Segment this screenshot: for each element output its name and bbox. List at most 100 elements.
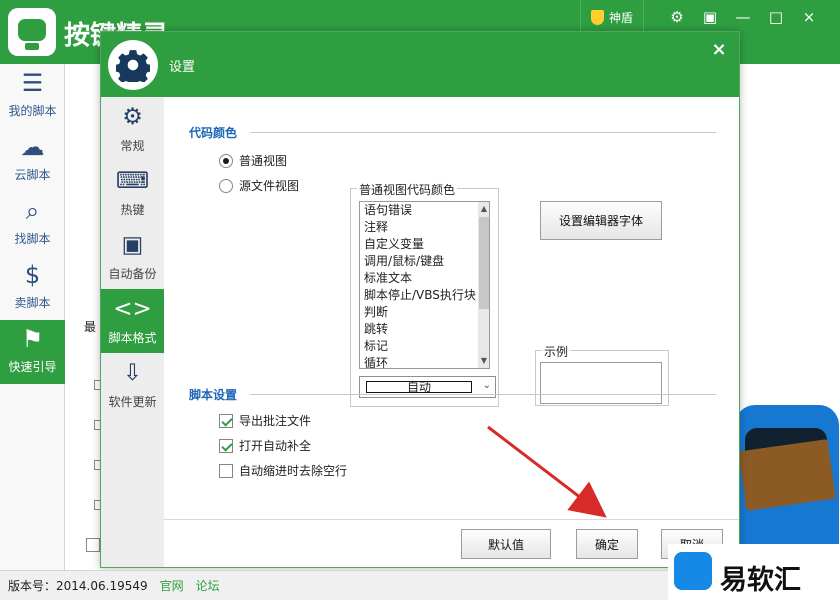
scroll-up-icon[interactable]: ▲ <box>479 203 489 215</box>
section-divider <box>250 132 716 133</box>
radio-label: 普通视图 <box>239 154 288 168</box>
checkbox-label: 打开自动补全 <box>239 439 312 453</box>
sidebar-label: 卖脚本 <box>14 296 51 310</box>
list-item[interactable]: 跳转 <box>360 321 489 338</box>
minimize-button[interactable]: — <box>727 0 759 34</box>
tab-script-format[interactable]: <> 脚本格式 <box>101 289 172 353</box>
dialog-header: 设置 × <box>101 32 739 97</box>
tab-auto-backup[interactable]: ▣ 自动备份 <box>101 225 164 289</box>
list-item[interactable]: 循环 <box>360 355 489 368</box>
scroll-thumb[interactable] <box>479 217 489 309</box>
sidebar-label: 云脚本 <box>14 168 51 182</box>
example-group: 示例 <box>535 343 669 406</box>
menu-button[interactable]: ▣ <box>694 0 726 34</box>
example-preview <box>540 362 662 404</box>
version-label: 版本号：2014.06.19549 <box>8 579 148 593</box>
sidebar-label: 我的脚本 <box>8 104 57 118</box>
dialog-title: 设置 <box>169 60 196 75</box>
application-window: 按键精灵 神盾 ⚙ ▣ — □ × ☰我的脚本 ☁云脚本 ⌕找脚本 $卖脚本 ⚑… <box>0 0 840 600</box>
app-logo <box>8 8 56 56</box>
color-group-label: 普通视图代码颜色 <box>357 181 458 198</box>
normal-view-color-group: 普通视图代码颜色 语句错误 注释 自定义变量 调用/鼠标/键盘 标准文本 脚本停… <box>350 181 499 407</box>
sidebar-item-cloud-scripts[interactable]: ☁ 云脚本 <box>0 128 65 192</box>
default-button[interactable]: 默认值 <box>461 529 551 559</box>
sidebar-item-find-scripts[interactable]: ⌕ 找脚本 <box>0 192 65 256</box>
mascot-book <box>738 439 836 511</box>
dollar-icon: $ <box>24 261 41 289</box>
list-item[interactable]: 注释 <box>360 219 489 236</box>
tab-label: 软件更新 <box>108 395 157 409</box>
background-checkbox[interactable] <box>86 538 100 552</box>
radio-unselected-icon <box>219 178 233 193</box>
export-comments-checkbox[interactable]: 导出批注文件 <box>219 412 311 429</box>
remove-empty-lines-checkbox[interactable]: 自动缩进时去除空行 <box>219 462 347 479</box>
checkbox-label: 自动缩进时去除空行 <box>239 464 348 478</box>
tab-hotkeys[interactable]: ⌨ 热键 <box>101 161 164 225</box>
gear-icon: ⚙ <box>670 8 684 26</box>
checkbox-checked-icon <box>219 413 233 428</box>
dialog-close-button[interactable]: × <box>707 39 731 63</box>
list-item[interactable]: 调用/鼠标/键盘 <box>360 253 489 270</box>
tab-software-update[interactable]: ⇩ 软件更新 <box>101 353 164 417</box>
watermark-text: 易软汇 <box>720 565 801 596</box>
tab-label: 自动备份 <box>108 267 157 281</box>
settings-gear-button[interactable]: ⚙ <box>661 0 693 34</box>
tab-label: 热键 <box>120 203 145 217</box>
list-item[interactable]: 语句错误 <box>360 202 489 219</box>
update-icon: ⇩ <box>122 360 143 386</box>
sidebar-label: 找脚本 <box>14 232 51 246</box>
auto-complete-checkbox[interactable]: 打开自动补全 <box>219 437 311 454</box>
dialog-tab-sidebar: ⚙ 常规 ⌨ 热键 ▣ 自动备份 <> 脚本格式 ⇩ 软件更新 <box>101 97 172 567</box>
settings-dialog: 设置 × ⚙ 常规 ⌨ 热键 ▣ 自动备份 <> 脚本格式 ⇩ 软件更新 代码颜色 普通视… <box>100 31 740 568</box>
settings-content: 代码颜色 普通视图 源文件视图 普通视图代码颜色 语句错误 注释 自定义变量 调… <box>164 97 739 567</box>
maximize-icon: □ <box>768 8 784 26</box>
color-select-value: 自动 <box>366 381 472 393</box>
list-item[interactable]: 自定义变量 <box>360 236 489 253</box>
normal-view-radio[interactable]: 普通视图 <box>219 152 287 169</box>
sidebar-item-my-scripts[interactable]: ☰ 我的脚本 <box>0 64 65 128</box>
section-divider <box>250 394 716 395</box>
set-editor-font-button[interactable]: 设置编辑器字体 <box>540 201 662 240</box>
maximize-button[interactable]: □ <box>760 0 792 34</box>
list-item[interactable]: 脚本停止/VBS执行块 <box>360 287 489 304</box>
sidebar-item-sell-scripts[interactable]: $ 卖脚本 <box>0 256 65 320</box>
source-view-radio[interactable]: 源文件视图 <box>219 177 299 194</box>
script-settings-title: 脚本设置 <box>189 388 238 402</box>
scroll-down-icon[interactable]: ▼ <box>479 355 489 367</box>
main-sidebar: ☰ 我的脚本 ☁ 云脚本 ⌕ 找脚本 $ 卖脚本 ⚑ 快速引导 <box>0 64 72 570</box>
list-item[interactable]: 标记 <box>360 338 489 355</box>
ok-button[interactable]: 确定 <box>576 529 638 559</box>
close-button[interactable]: × <box>793 0 825 34</box>
code-icon: <> <box>113 296 152 322</box>
forum-link[interactable]: 论坛 <box>196 577 220 594</box>
gear-icon: ⚙ <box>122 104 143 130</box>
checkbox-label: 导出批注文件 <box>239 414 312 428</box>
watermark-logo-icon <box>674 552 712 590</box>
list-item[interactable]: 判断 <box>360 304 489 321</box>
tab-general[interactable]: ⚙ 常规 <box>101 97 164 161</box>
tab-label: 常规 <box>120 139 145 153</box>
keyboard-icon: ⌨ <box>115 168 150 194</box>
sidebar-item-quick-guide[interactable]: ⚑ 快速引导 <box>0 320 72 384</box>
code-color-title: 代码颜色 <box>189 126 238 140</box>
code-color-list[interactable]: 语句错误 注释 自定义变量 调用/鼠标/键盘 标准文本 脚本停止/VBS执行块 … <box>359 201 490 369</box>
chevron-down-icon: ⌄ <box>482 380 491 391</box>
shield-tool-button[interactable]: 神盾 <box>580 0 645 34</box>
checkbox-checked-icon <box>219 438 233 453</box>
minimize-icon: — <box>735 8 751 26</box>
sidebar-label: 快速引导 <box>8 360 57 374</box>
example-label: 示例 <box>542 343 571 360</box>
official-site-link[interactable]: 官网 <box>160 577 184 594</box>
radio-selected-icon <box>219 153 233 168</box>
checkbox-unchecked-icon <box>219 463 233 478</box>
shield-label: 神盾 <box>609 10 634 25</box>
list-item[interactable]: 标准文本 <box>360 270 489 287</box>
signpost-icon: ⚑ <box>21 325 44 353</box>
search-icon: ⌕ <box>25 197 40 225</box>
footer-divider <box>164 519 739 520</box>
radio-label: 源文件视图 <box>239 179 300 193</box>
watermark: 易软汇 <box>668 544 840 600</box>
menu-icon: ▣ <box>702 8 718 26</box>
list-scrollbar[interactable]: ▲ ▼ <box>478 202 489 368</box>
close-icon: × <box>802 8 816 26</box>
